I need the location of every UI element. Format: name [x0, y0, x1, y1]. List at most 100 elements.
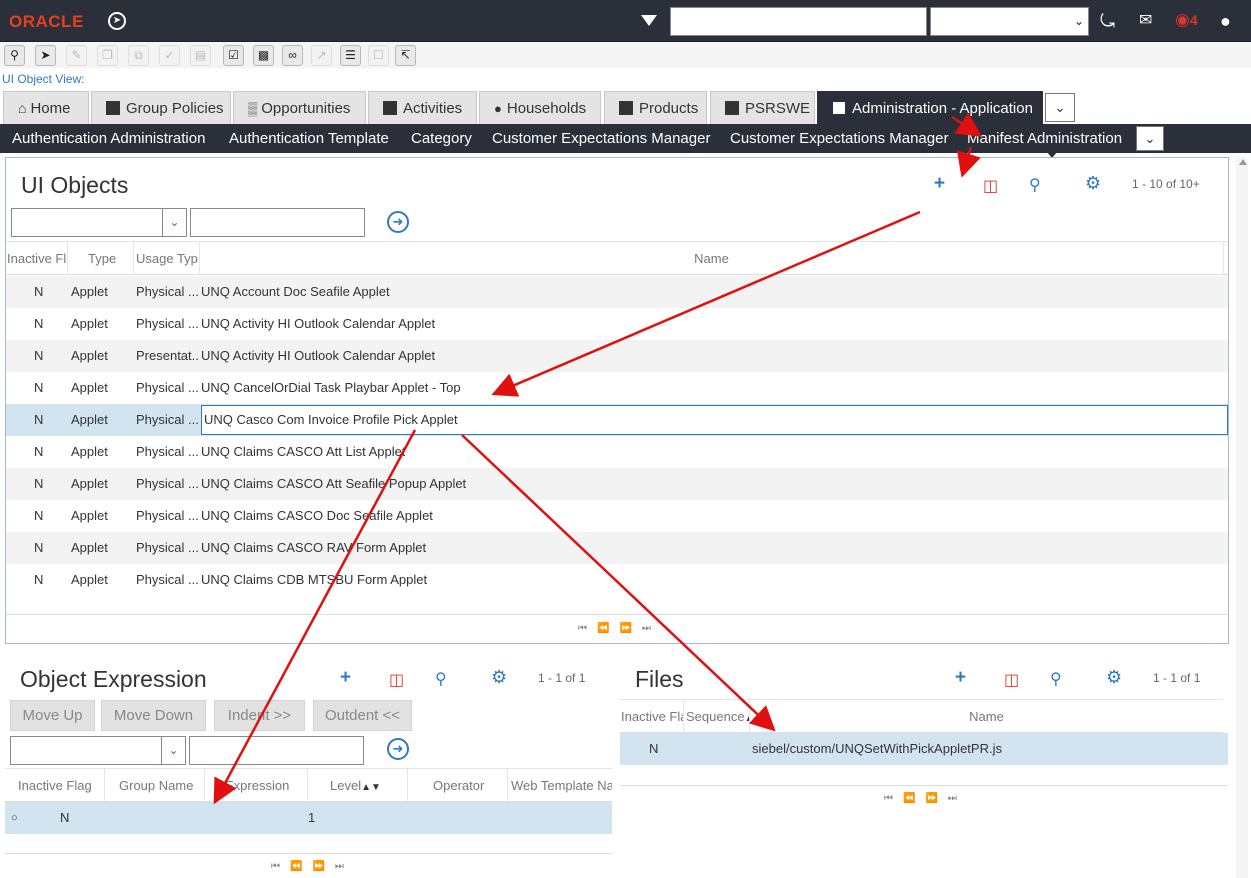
- new-record-plus-icon[interactable]: +: [955, 667, 966, 689]
- navigate-forward-icon[interactable]: ➤: [108, 12, 126, 30]
- tab-group-policies[interactable]: Group Policies: [91, 91, 231, 124]
- query-search-icon[interactable]: ⚲: [1050, 669, 1062, 689]
- tab-products[interactable]: Products: [604, 91, 707, 124]
- view-tab-customer-expectations-manager-1[interactable]: Customer Expectations Manager: [492, 130, 710, 147]
- tab-psrswe[interactable]: PSRSWE: [710, 91, 815, 124]
- move-up-button[interactable]: Move Up: [10, 700, 95, 731]
- name-edit-field[interactable]: UNQ Casco Com Invoice Profile Pick Apple…: [201, 405, 1228, 435]
- table-row[interactable]: N Applet Physical ... UNQ Claims CASCO D…: [6, 500, 1228, 532]
- query-go-icon[interactable]: ➜: [387, 738, 409, 760]
- tab-home[interactable]: ⌂ Home: [3, 91, 89, 124]
- move-down-button[interactable]: Move Down: [101, 700, 206, 731]
- dropdown-caret-icon[interactable]: [641, 15, 657, 26]
- query-search-icon[interactable]: ⚲: [435, 669, 447, 689]
- column-header-inactive-flag[interactable]: Inactive Flag: [6, 242, 68, 275]
- settings-gear-icon[interactable]: ⚙: [1085, 173, 1101, 194]
- table-row[interactable]: N Applet Physical ... UNQ Activity HI Ou…: [6, 308, 1228, 340]
- oracle-logo[interactable]: ORACLE: [9, 12, 84, 32]
- list-icon[interactable]: ☰: [340, 45, 361, 66]
- table-row[interactable]: N Applet Physical ... UNQ Account Doc Se…: [6, 276, 1228, 308]
- cell-usage-type: Physical ...: [136, 284, 199, 299]
- query-field-select[interactable]: ⌄: [11, 208, 187, 237]
- ui-objects-applet: UI Objects + ◫ ⚲ ⚙ 1 - 10 of 10+ ⌄ ➜ Ina…: [5, 157, 1229, 644]
- column-header-group-name[interactable]: Group Name: [105, 769, 205, 802]
- column-header-name[interactable]: Name: [750, 700, 1223, 733]
- view-tab-authentication-template[interactable]: Authentication Template: [229, 130, 389, 147]
- notification-icon[interactable]: ◉4: [1175, 10, 1198, 30]
- checklist-icon[interactable]: ☑: [223, 45, 244, 66]
- view-tab-authentication-administration[interactable]: Authentication Administration: [12, 130, 205, 147]
- table-row-selected[interactable]: N siebel/custom/UNQSetWithPickAppletPR.j…: [620, 733, 1228, 765]
- tab-doc-icon: [619, 101, 633, 115]
- sort-icon[interactable]: ▲▼: [361, 782, 381, 793]
- settings-gear-icon[interactable]: ⚙: [491, 667, 507, 688]
- clipboard-icon[interactable]: ▩: [253, 45, 274, 66]
- column-header-usage-type[interactable]: Usage Typ: [134, 242, 200, 275]
- column-header-inactive-flag[interactable]: Inactive Flag: [5, 769, 105, 802]
- row-selector-icon[interactable]: ○: [11, 802, 18, 834]
- export-icon: ↗: [311, 45, 332, 66]
- pager-controls[interactable]: ⏮⏪⏩⏭: [884, 793, 967, 804]
- cell-type: Applet: [71, 380, 108, 395]
- global-search-input[interactable]: [670, 7, 927, 36]
- scroll-up-arrow-icon[interactable]: [1239, 159, 1247, 165]
- cell-inactive-flag: N: [34, 380, 44, 395]
- record-count: 1 - 10 of 10+: [1132, 177, 1200, 191]
- user-icon[interactable]: ●: [1220, 10, 1231, 32]
- search-icon[interactable]: ⚲: [4, 45, 25, 66]
- settings-gear-icon[interactable]: ⚙: [1106, 667, 1122, 688]
- go-icon[interactable]: ➤: [35, 45, 56, 66]
- more-views-dropdown[interactable]: ⌄: [1136, 126, 1164, 151]
- share-icon[interactable]: ⤿: [1100, 10, 1115, 32]
- query-search-icon[interactable]: ⚲: [1029, 175, 1041, 195]
- view-tab-manifest-administration[interactable]: Manifest Administration: [967, 130, 1122, 147]
- column-header-operator[interactable]: Operator: [408, 769, 508, 802]
- tab-administration-application[interactable]: Administration - Application: [817, 91, 1043, 124]
- table-row[interactable]: N Applet Physical ... UNQ CancelOrDial T…: [6, 372, 1228, 404]
- column-header-name[interactable]: Name: [200, 242, 1224, 275]
- query-value-input[interactable]: [189, 736, 364, 765]
- tab-activities[interactable]: Activities: [368, 91, 477, 124]
- table-row[interactable]: N Applet Physical ... UNQ Claims CASCO R…: [6, 532, 1228, 564]
- pager-controls[interactable]: ⏮⏪⏩⏭: [271, 861, 354, 872]
- workflow-icon[interactable]: ∞: [282, 45, 303, 66]
- query-field-select[interactable]: ⌄: [10, 736, 186, 765]
- column-header-sequence[interactable]: Sequence▲: [684, 700, 750, 733]
- pager-controls[interactable]: ⏮⏪⏩⏭: [578, 623, 661, 634]
- table-row-selected[interactable]: ○ N 1: [5, 802, 612, 834]
- chevron-down-icon[interactable]: ⌄: [161, 737, 185, 764]
- page-scrollbar[interactable]: [1236, 157, 1248, 878]
- chart-icon[interactable]: ↸: [395, 45, 416, 66]
- table-row[interactable]: N Applet Presentat... UNQ Activity HI Ou…: [6, 340, 1228, 372]
- more-tabs-dropdown[interactable]: ⌄: [1045, 93, 1075, 122]
- global-search-select[interactable]: ⌄: [930, 7, 1089, 36]
- delete-trash-icon[interactable]: ◫: [389, 670, 404, 690]
- column-header-level[interactable]: Level▲▼: [308, 769, 408, 802]
- query-value-input[interactable]: [190, 208, 365, 237]
- view-tab-category[interactable]: Category: [411, 130, 472, 147]
- column-header-inactive-flag[interactable]: Inactive Flag: [620, 700, 684, 733]
- chevron-down-icon[interactable]: ⌄: [162, 209, 186, 236]
- cell-inactive-flag: N: [34, 476, 44, 491]
- cell-name: UNQ Claims CDB MTSBU Form Applet: [201, 572, 428, 587]
- column-header-web-template-name[interactable]: Web Template Na: [508, 769, 612, 802]
- table-row-selected[interactable]: N Applet Physical ... UNQ Casco Com Invo…: [6, 404, 1228, 436]
- tab-opportunities[interactable]: ▒ Opportunities: [233, 91, 366, 124]
- application-toolbar: ⚲ ➤ ✎ ❐ ⧉ ✓ ▤ ☑ ▩ ∞ ↗ ☰ ☐ ↸: [0, 42, 1251, 68]
- table-row[interactable]: N Applet Physical ... UNQ Claims CASCO A…: [6, 468, 1228, 500]
- chat-icon[interactable]: ✉: [1139, 10, 1152, 32]
- delete-trash-icon[interactable]: ◫: [983, 176, 998, 196]
- column-header-expression[interactable]: Expression: [205, 769, 308, 802]
- column-header-type[interactable]: Type: [68, 242, 134, 275]
- query-go-icon[interactable]: ➜: [387, 211, 409, 233]
- new-record-plus-icon[interactable]: +: [934, 173, 945, 195]
- table-row[interactable]: N Applet Physical ... UNQ Claims CASCO A…: [6, 436, 1228, 468]
- delete-trash-icon[interactable]: ◫: [1004, 670, 1019, 690]
- indent-button[interactable]: Indent >>: [214, 700, 305, 731]
- outdent-button[interactable]: Outdent <<: [313, 700, 412, 731]
- tab-households[interactable]: ● Households: [479, 91, 601, 124]
- cell-inactive-flag: N: [34, 444, 44, 459]
- new-record-plus-icon[interactable]: +: [340, 667, 351, 689]
- view-tab-customer-expectations-manager-2[interactable]: Customer Expectations Manager: [730, 130, 948, 147]
- table-row[interactable]: N Applet Physical ... UNQ Claims CDB MTS…: [6, 564, 1228, 596]
